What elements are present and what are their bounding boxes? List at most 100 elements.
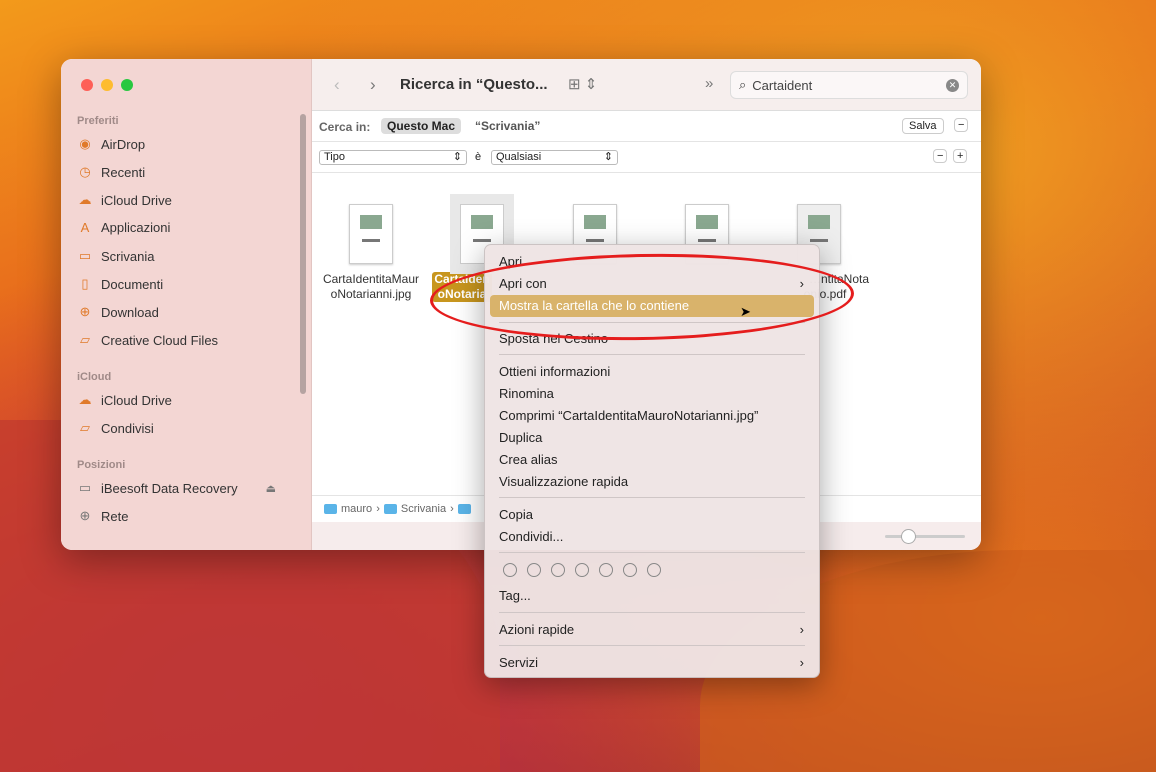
attribute-select[interactable]: Tipo ⇕	[319, 150, 467, 165]
search-icon: ⌕	[739, 77, 747, 92]
view-grid-icon[interactable]: ⊞ ⇕	[568, 75, 597, 93]
menu-item-label: Duplica	[499, 430, 543, 445]
sidebar-item-label: Recenti	[101, 164, 146, 180]
clear-search-icon[interactable]: ✕	[946, 78, 959, 92]
tag-circle[interactable]	[623, 563, 637, 577]
menu-item-quick-look[interactable]: Visualizzazione rapida	[490, 471, 814, 493]
airdrop-icon: ◉	[79, 136, 91, 151]
menu-item-label: Visualizzazione rapida	[499, 474, 629, 489]
menu-item-tags[interactable]: Tag...	[490, 585, 814, 607]
sidebar-item-creative-cloud[interactable]: ▱ Creative Cloud Files	[77, 332, 218, 348]
menu-item-share[interactable]: Condividi...	[490, 526, 814, 548]
sidebar-section-favorites: Preferiti	[77, 115, 119, 127]
file-item[interactable]: CartaIdentitaMaur oNotarianni.jpg	[316, 194, 426, 302]
menu-item-compress[interactable]: Comprimi “CartaIdentitaMauroNotarianni.j…	[490, 405, 814, 427]
attribute-value: Tipo	[324, 151, 345, 163]
scope-label: Cerca in:	[319, 120, 371, 134]
disk-icon: ▭	[78, 480, 92, 495]
value-select[interactable]: Qualsiasi ⇕	[491, 150, 618, 165]
toolbar: ‹ › Ricerca in “Questo... ⊞ ⇕ » ⌕ Cartaid…	[312, 59, 981, 111]
chevron-right-icon: ›	[799, 622, 804, 637]
sidebar-item-label: AirDrop	[101, 136, 146, 152]
sidebar-item-condivisi[interactable]: ▱ Condivisi	[77, 420, 154, 436]
eject-icon[interactable]: ⏏	[266, 482, 276, 495]
home-folder-icon	[324, 504, 337, 514]
file-name: CartaIdentitaMaur oNotarianni.jpg	[322, 272, 420, 301]
more-icon[interactable]: »	[705, 75, 713, 92]
forward-icon[interactable]: ›	[370, 75, 376, 95]
menu-item-label: Copia	[499, 507, 533, 522]
window-controls	[81, 79, 133, 91]
back-icon[interactable]: ‹	[334, 75, 340, 95]
tag-circle[interactable]	[575, 563, 589, 577]
menu-separator	[499, 552, 805, 553]
sidebar-item-label: Creative Cloud Files	[101, 332, 219, 348]
sidebar-scrollbar[interactable]	[300, 114, 306, 394]
menu-item-label: Servizi	[499, 655, 539, 670]
menu-item-copy[interactable]: Copia	[490, 504, 814, 526]
sidebar-item-ibeesoft[interactable]: ▭ iBeesoft Data Recovery ⏏	[77, 480, 276, 496]
chevron-updown-icon: ⇕	[452, 151, 462, 163]
sidebar-item-label: iBeesoft Data Recovery	[101, 480, 238, 496]
slider-knob[interactable]	[901, 529, 916, 544]
sidebar-item-airdrop[interactable]: ◉ AirDrop	[77, 136, 145, 152]
tag-circle[interactable]	[503, 563, 517, 577]
menu-separator	[499, 497, 805, 498]
filter-value: Qualsiasi	[496, 151, 542, 163]
path-item[interactable]: mauro	[341, 503, 372, 515]
save-search-button[interactable]: Salva	[902, 118, 944, 134]
sidebar-item-label: iCloud Drive	[101, 392, 172, 408]
sidebar-item-icloud-drive-2[interactable]: ☁ iCloud Drive	[77, 392, 172, 408]
sidebar-item-label: Condivisi	[101, 420, 154, 436]
sidebar-item-label: Download	[101, 304, 159, 320]
scope-this-mac[interactable]: Questo Mac	[381, 118, 462, 134]
remove-rule-button[interactable]: −	[933, 149, 948, 163]
search-scope-bar: Cerca in: Questo Mac “Scrivania” Salva −	[312, 111, 981, 142]
menu-item-info[interactable]: Ottieni informazioni	[490, 361, 814, 383]
sidebar-item-icloud-drive[interactable]: ☁ iCloud Drive	[77, 192, 172, 208]
sidebar-item-scrivania[interactable]: ▭ Scrivania	[77, 248, 155, 264]
tag-circle[interactable]	[647, 563, 661, 577]
minimize-button[interactable]	[101, 79, 113, 91]
icon-size-slider[interactable]	[885, 529, 965, 544]
remove-criteria-button[interactable]: −	[954, 118, 969, 132]
scope-desktop[interactable]: “Scrivania”	[475, 119, 540, 133]
tag-circle[interactable]	[551, 563, 565, 577]
sidebar: Preferiti ◉ AirDrop ◷ Recenti ☁ iCloud Driv…	[61, 59, 312, 550]
folder-icon	[383, 504, 397, 514]
close-button[interactable]	[81, 79, 93, 91]
shared-folder-icon: ▱	[80, 420, 90, 435]
sidebar-item-download[interactable]: ⊕ Download	[77, 304, 159, 320]
menu-item-alias[interactable]: Crea alias	[490, 449, 814, 471]
add-rule-button[interactable]: +	[953, 149, 968, 163]
zoom-button[interactable]	[121, 79, 133, 91]
menu-item-label: Ottieni informazioni	[499, 364, 611, 379]
sidebar-item-label: Applicazioni	[101, 220, 171, 235]
tag-colors	[503, 563, 661, 577]
menu-item-duplicate[interactable]: Duplica	[490, 427, 814, 449]
chevron-right-icon: ›	[799, 655, 804, 670]
path-item[interactable]: Scrivania	[401, 503, 446, 515]
desktop-icon: ▭	[78, 248, 92, 263]
search-field[interactable]: ⌕ Cartaident ✕	[730, 71, 968, 99]
menu-item-services[interactable]: Servizi ›	[490, 652, 814, 674]
operator-label: è	[475, 151, 482, 163]
menu-separator	[499, 645, 805, 646]
sidebar-item-rete[interactable]: ⊕ Rete	[77, 508, 129, 524]
sidebar-section-icloud: iCloud	[77, 371, 112, 383]
chevron-right-icon: ›	[450, 503, 454, 515]
menu-item-quick-actions[interactable]: Azioni rapide ›	[490, 619, 814, 641]
window-title: Ricerca in “Questo...	[400, 76, 548, 93]
menu-item-label: Azioni rapide	[499, 622, 575, 637]
sidebar-item-recenti[interactable]: ◷ Recenti	[77, 164, 145, 180]
menu-item-rename[interactable]: Rinomina	[490, 383, 814, 405]
filter-row: Tipo ⇕ è Qualsiasi ⇕ − +	[312, 142, 981, 173]
chevron-updown-icon: ⇕	[603, 151, 613, 163]
search-input[interactable]: Cartaident	[752, 78, 940, 93]
sidebar-item-documenti[interactable]: ▯ Documenti	[77, 276, 163, 292]
menu-separator	[499, 612, 805, 613]
tag-circle[interactable]	[527, 563, 541, 577]
menu-item-label: Condividi...	[499, 529, 564, 544]
sidebar-item-applicazioni[interactable]: A Applicazioni	[77, 220, 171, 235]
tag-circle[interactable]	[599, 563, 613, 577]
